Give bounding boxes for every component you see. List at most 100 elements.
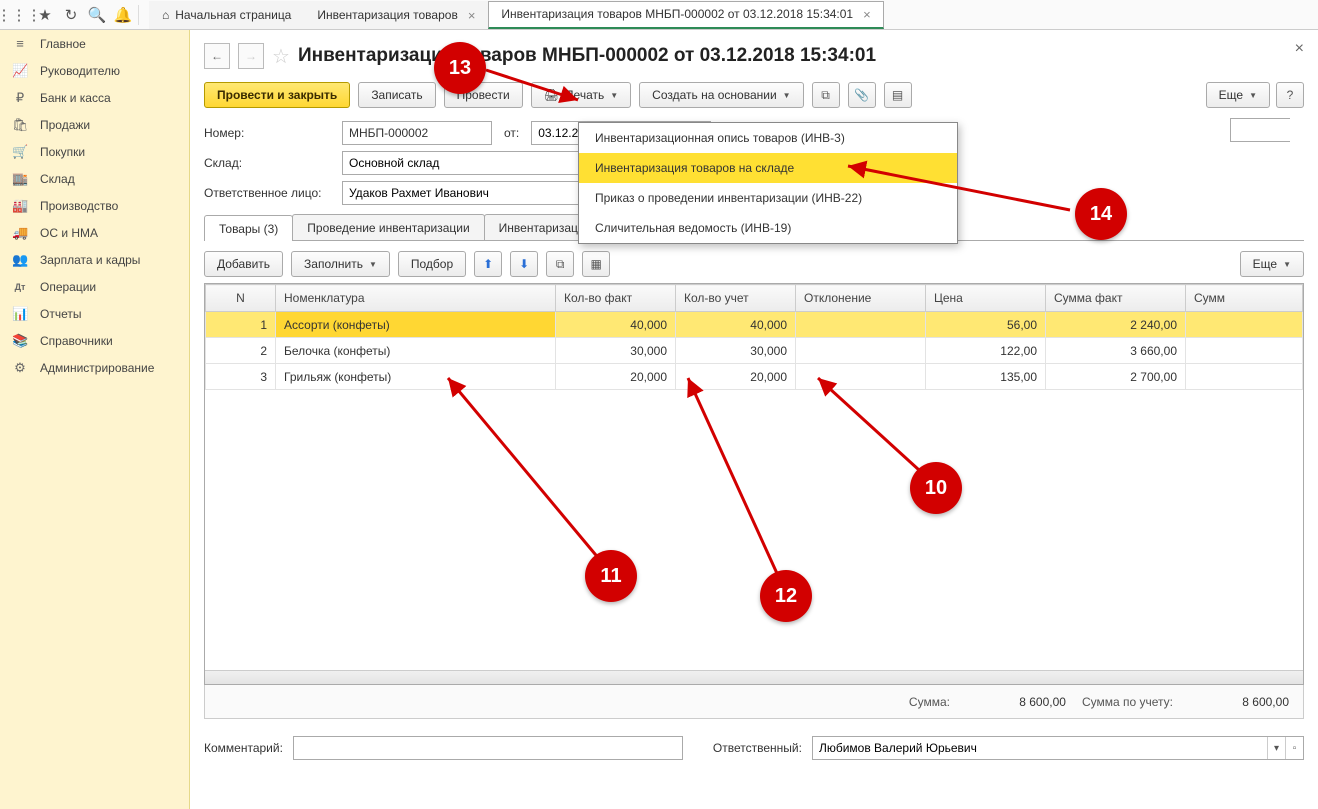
more-label: Еще bbox=[1219, 88, 1243, 102]
paste-button[interactable]: ▦ bbox=[582, 251, 610, 277]
apps-icon[interactable]: ⋮⋮⋮ bbox=[6, 2, 32, 28]
printer-icon: 🖨 bbox=[544, 88, 559, 102]
people-icon: 👥 bbox=[12, 252, 28, 268]
subtab-goods[interactable]: Товары (3) bbox=[204, 215, 293, 241]
tab-home-label: Начальная страница bbox=[175, 8, 291, 22]
related-docs-button[interactable]: ⧉ bbox=[812, 82, 840, 108]
sidebar-label: Склад bbox=[40, 172, 75, 186]
sidebar-item-manager[interactable]: 📈Руководителю bbox=[0, 57, 189, 84]
sidebar-item-main[interactable]: ≡ Главное bbox=[0, 30, 189, 57]
col-nom[interactable]: Номенклатура bbox=[276, 285, 556, 312]
favorite-icon[interactable]: ★ bbox=[32, 2, 58, 28]
sidebar-label: Производство bbox=[40, 199, 118, 213]
sidebar-item-warehouse[interactable]: 🏬 Склад bbox=[0, 165, 189, 192]
more-button[interactable]: Еще▼ bbox=[1206, 82, 1270, 108]
print-menu-item-inv3[interactable]: Инвентаризационная опись товаров (ИНВ-3) bbox=[579, 123, 957, 153]
tab-doc-list[interactable]: Инвентаризация товаров × bbox=[304, 1, 488, 29]
help-button[interactable]: ? bbox=[1276, 82, 1304, 108]
total-sum-value: 8 600,00 bbox=[966, 695, 1066, 709]
print-menu-item-inv19[interactable]: Сличительная ведомость (ИНВ-19) bbox=[579, 213, 957, 243]
attachments-button[interactable]: 📎 bbox=[848, 82, 876, 108]
sidebar-item-purchases[interactable]: 🛒Покупки bbox=[0, 138, 189, 165]
tab-label: Инвентаризация товаров МНБП-000002 от 03… bbox=[501, 7, 853, 21]
horizontal-scrollbar[interactable] bbox=[205, 670, 1303, 684]
sidebar-label: Главное bbox=[40, 37, 86, 51]
close-icon[interactable]: × bbox=[468, 8, 476, 23]
sidebar-item-sales[interactable]: 🛍Продажи bbox=[0, 111, 189, 138]
home-icon: ⌂ bbox=[162, 8, 169, 22]
grid-more-button[interactable]: Еще▼ bbox=[1240, 251, 1304, 277]
sidebar-item-ops[interactable]: Дт Операции bbox=[0, 273, 189, 300]
sidebar-item-bank[interactable]: ₽Банк и касса bbox=[0, 84, 189, 111]
dtkt-icon: Дт bbox=[12, 282, 28, 292]
warehouse-icon: 🏬 bbox=[12, 171, 28, 187]
open-icon[interactable]: ▫ bbox=[1285, 737, 1303, 759]
sidebar-item-admin[interactable]: ⚙Администрирование bbox=[0, 354, 189, 381]
sidebar-item-refs[interactable]: 📚Справочники bbox=[0, 327, 189, 354]
report-button[interactable]: ▤ bbox=[884, 82, 912, 108]
number-label: Номер: bbox=[204, 126, 334, 140]
close-page-icon[interactable]: × bbox=[1295, 40, 1304, 58]
comment-field[interactable] bbox=[293, 736, 683, 760]
page-title: Инвентаризация товаров МНБП-000002 от 03… bbox=[298, 45, 876, 67]
write-button[interactable]: Записать bbox=[358, 82, 435, 108]
sidebar-item-production[interactable]: 🏭 Производство bbox=[0, 192, 189, 219]
bell-icon[interactable]: 🔔 bbox=[110, 2, 136, 28]
tab-label: Инвентаризация товаров bbox=[317, 8, 457, 22]
gear-icon: ⚙ bbox=[12, 360, 28, 376]
favorite-star-icon[interactable]: ☆ bbox=[272, 44, 290, 69]
org-field[interactable]: ▾▫ bbox=[1230, 118, 1290, 142]
history-icon[interactable]: ↻ bbox=[58, 2, 84, 28]
table-row[interactable]: 2 Белочка (конфеты) 30,000 30,000 122,00… bbox=[206, 338, 1303, 364]
total-uchet-value: 8 600,00 bbox=[1189, 695, 1289, 709]
callout-14: 14 bbox=[1075, 188, 1127, 240]
bag-icon: 🛍 bbox=[12, 117, 28, 133]
copy-button[interactable]: ⧉ bbox=[546, 251, 574, 277]
col-sum[interactable]: Сумм bbox=[1186, 285, 1303, 312]
chevron-down-icon[interactable]: ▾ bbox=[1267, 737, 1285, 759]
tab-home[interactable]: ⌂ Начальная страница bbox=[149, 1, 304, 29]
tab-doc-current[interactable]: Инвентаризация товаров МНБП-000002 от 03… bbox=[488, 1, 883, 29]
sidebar-label: Покупки bbox=[40, 145, 85, 159]
print-button[interactable]: 🖨Печать▼ bbox=[531, 82, 631, 108]
print-menu-item-inv-sklad[interactable]: Инвентаризация товаров на складе bbox=[579, 153, 957, 183]
close-icon[interactable]: × bbox=[863, 7, 871, 22]
nav-forward-button[interactable]: → bbox=[238, 43, 264, 69]
footer-resp-label: Ответственный: bbox=[713, 741, 802, 755]
sidebar-label: ОС и НМА bbox=[40, 226, 98, 240]
subtab-conduct[interactable]: Проведение инвентаризации bbox=[292, 214, 484, 240]
menu-icon: ≡ bbox=[12, 36, 28, 51]
number-field[interactable] bbox=[342, 121, 492, 145]
window-tabs: ⌂ Начальная страница Инвентаризация това… bbox=[149, 1, 884, 29]
sidebar-item-assets[interactable]: 🚚 ОС и НМА bbox=[0, 219, 189, 246]
create-based-button[interactable]: Создать на основании▼ bbox=[639, 82, 803, 108]
col-n[interactable]: N bbox=[206, 285, 276, 312]
add-row-button[interactable]: Добавить bbox=[204, 251, 283, 277]
factory-icon: 🏭 bbox=[12, 198, 28, 214]
sklad-label: Склад: bbox=[204, 156, 334, 170]
search-icon[interactable]: 🔍 bbox=[84, 2, 110, 28]
truck-icon: 🚚 bbox=[12, 225, 28, 241]
col-uchet[interactable]: Кол-во учет bbox=[676, 285, 796, 312]
grid[interactable]: N Номенклатура Кол-во факт Кол-во учет О… bbox=[204, 283, 1304, 685]
move-up-button[interactable]: ⬆ bbox=[474, 251, 502, 277]
pick-button[interactable]: Подбор bbox=[398, 251, 466, 277]
table-row[interactable]: 3 Грильяж (конфеты) 20,000 20,000 135,00… bbox=[206, 364, 1303, 390]
nav-back-button[interactable]: ← bbox=[204, 43, 230, 69]
col-sumfact[interactable]: Сумма факт bbox=[1046, 285, 1186, 312]
col-dev[interactable]: Отклонение bbox=[796, 285, 926, 312]
callout-11: 11 bbox=[585, 550, 637, 602]
col-price[interactable]: Цена bbox=[926, 285, 1046, 312]
print-menu-item-inv22[interactable]: Приказ о проведении инвентаризации (ИНВ-… bbox=[579, 183, 957, 213]
fill-button[interactable]: Заполнить▼ bbox=[291, 251, 390, 277]
move-down-button[interactable]: ⬇ bbox=[510, 251, 538, 277]
sidebar-item-reports[interactable]: 📊Отчеты bbox=[0, 300, 189, 327]
col-fact[interactable]: Кол-во факт bbox=[556, 285, 676, 312]
table-row[interactable]: 1 Ассорти (конфеты) 40,000 40,000 56,00 … bbox=[206, 312, 1303, 338]
content-area: ← → ☆ Инвентаризация товаров МНБП-000002… bbox=[190, 30, 1318, 809]
sidebar-item-salary[interactable]: 👥Зарплата и кадры bbox=[0, 246, 189, 273]
post-and-close-button[interactable]: Провести и закрыть bbox=[204, 82, 350, 108]
footer-resp-field[interactable]: ▾▫ bbox=[812, 736, 1304, 760]
total-uchet-label: Сумма по учету: bbox=[1082, 695, 1173, 709]
sidebar-label: Операции bbox=[40, 280, 96, 294]
